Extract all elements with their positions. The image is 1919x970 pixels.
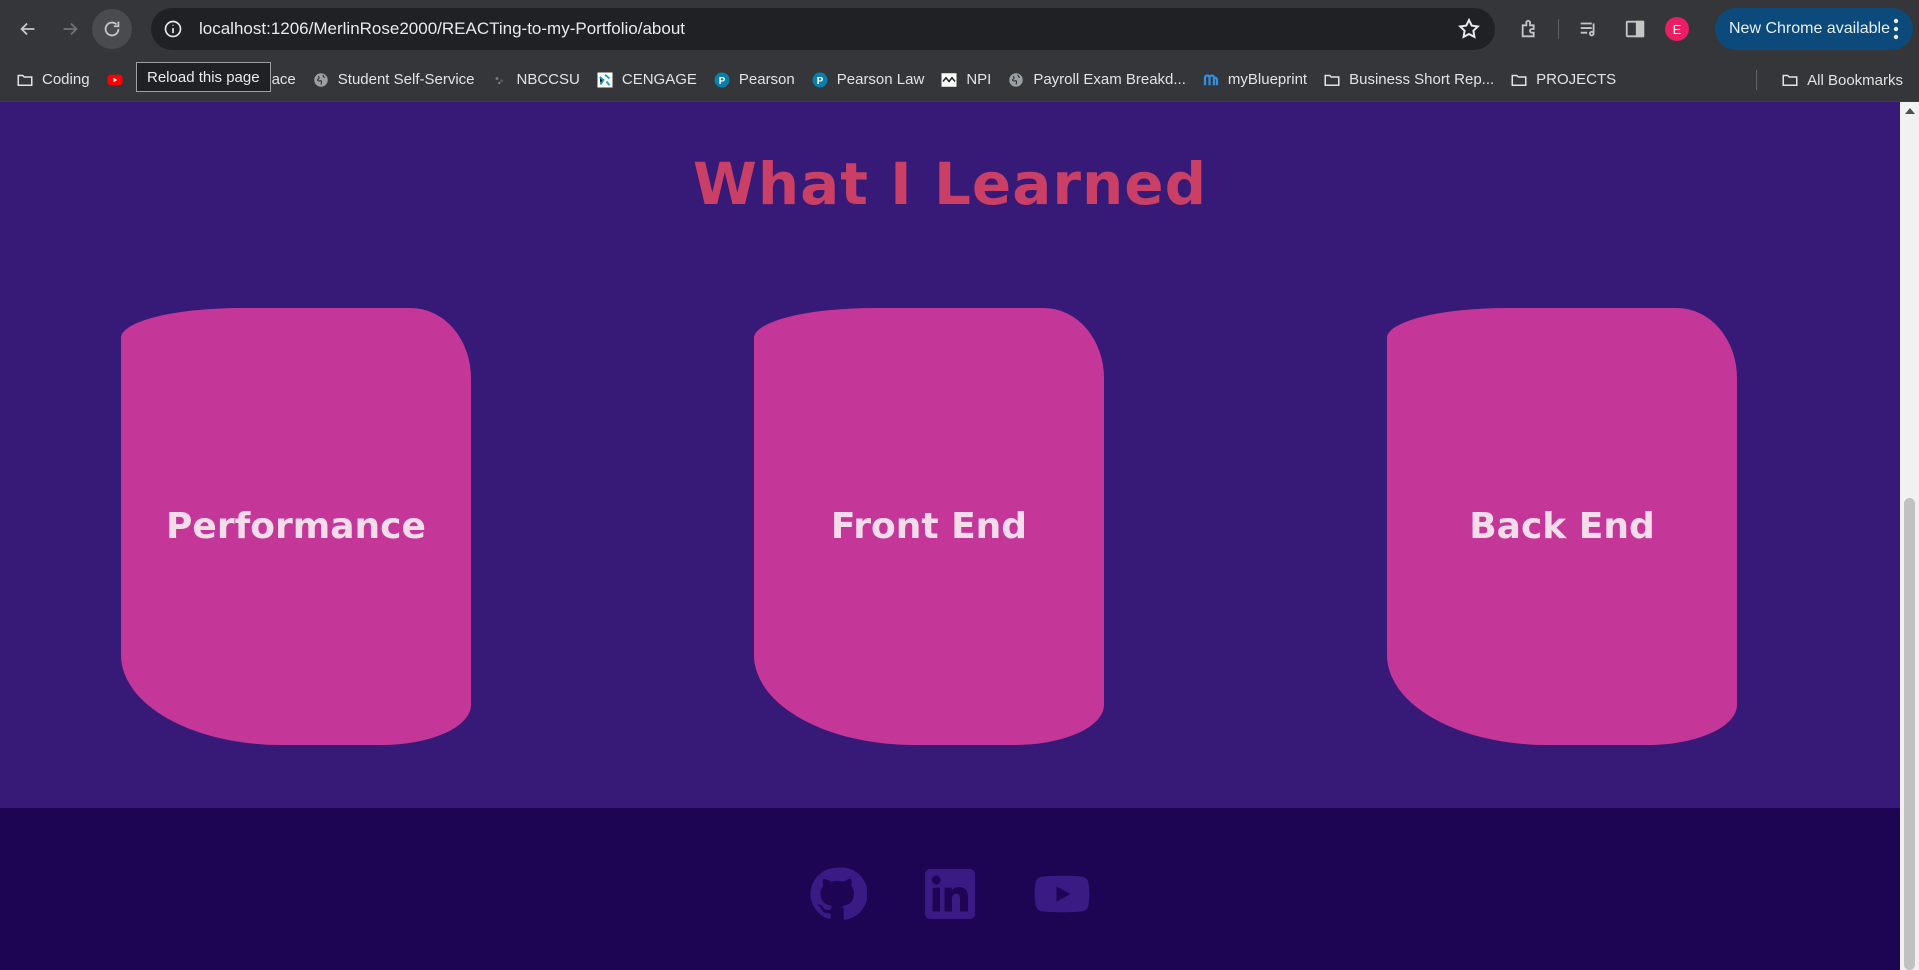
back-button[interactable] <box>8 9 48 49</box>
card-label: Front End <box>830 506 1028 547</box>
pearson-icon: P <box>713 71 731 89</box>
browser-toolbar: localhost:1206/MerlinRose2000/REACTing-t… <box>0 0 1919 58</box>
card-label: Performance <box>166 506 426 547</box>
profile-avatar[interactable]: E <box>1665 17 1689 41</box>
extensions-button[interactable] <box>1510 9 1550 49</box>
queue-music-icon <box>1580 22 1595 37</box>
bookmark-youtube[interactable] <box>98 65 136 95</box>
folder-icon <box>1323 71 1341 89</box>
reload-tooltip: Reload this page <box>136 62 271 92</box>
scrollbar-thumb[interactable] <box>1904 498 1915 970</box>
skill-card-performance[interactable]: Performance <box>121 308 471 745</box>
page-content: What I Learned Performance Front End Bac… <box>0 102 1900 970</box>
card-label: Back End <box>1469 506 1655 547</box>
bookmark-nbccsu[interactable]: NBCCSU <box>483 65 588 95</box>
side-panel-button[interactable] <box>1615 9 1655 49</box>
cengage-icon <box>596 71 614 89</box>
folder-icon <box>1781 71 1799 89</box>
all-bookmarks-button[interactable]: All Bookmarks <box>1773 65 1911 95</box>
github-icon[interactable] <box>807 864 868 924</box>
npi-icon <box>940 71 958 89</box>
update-label: New Chrome available <box>1729 20 1890 37</box>
forward-button[interactable] <box>50 9 90 49</box>
nbccsu-icon <box>491 71 509 89</box>
globe-icon <box>312 71 330 89</box>
bookmarks-bar: Coding ightspace Student Self-Service NB… <box>0 58 1919 102</box>
bookmark-npi[interactable]: NPI <box>932 65 999 95</box>
page-title: What I Learned <box>692 150 1208 218</box>
bookmark-projects[interactable]: PROJECTS <box>1502 65 1624 95</box>
bookmarks-divider <box>1756 70 1757 90</box>
linkedin-icon[interactable] <box>920 864 980 924</box>
bookmark-pearson-law[interactable]: P Pearson Law <box>803 65 933 95</box>
more-vert-icon <box>1893 18 1899 40</box>
address-bar[interactable]: localhost:1206/MerlinRose2000/REACTing-t… <box>151 8 1495 50</box>
page-scrollbar[interactable] <box>1900 102 1919 970</box>
reload-icon <box>104 21 120 37</box>
youtube-icon <box>106 71 124 89</box>
arrow-right-icon <box>63 22 78 36</box>
folder-icon <box>16 71 34 89</box>
bookmark-star-icon[interactable] <box>1457 17 1481 41</box>
bookmark-myblueprint[interactable]: myBlueprint <box>1194 65 1315 95</box>
bookmark-coding[interactable]: Coding <box>8 65 98 95</box>
url-text[interactable]: localhost:1206/MerlinRose2000/REACTing-t… <box>199 19 685 39</box>
side-panel-icon <box>1625 20 1645 38</box>
site-info-icon[interactable] <box>161 17 185 41</box>
youtube-icon[interactable] <box>1032 864 1092 924</box>
svg-text:P: P <box>719 75 726 86</box>
bookmark-student-self-service[interactable]: Student Self-Service <box>304 65 483 95</box>
globe-icon <box>1007 71 1025 89</box>
skill-card-back-end[interactable]: Back End <box>1387 308 1737 745</box>
scroll-up-icon[interactable] <box>1905 108 1915 114</box>
bookmark-business-short-rep[interactable]: Business Short Rep... <box>1315 65 1502 95</box>
folder-icon <box>1510 71 1528 89</box>
pearson-icon: P <box>811 71 829 89</box>
bookmark-pearson[interactable]: P Pearson <box>705 65 803 95</box>
arrow-left-icon <box>20 22 35 36</box>
media-controls-button[interactable] <box>1569 9 1609 49</box>
reload-button[interactable] <box>92 9 132 49</box>
bookmark-payroll-exam[interactable]: Payroll Exam Breakd... <box>999 65 1194 95</box>
toolbar-divider <box>1558 19 1559 39</box>
bookmark-cengage[interactable]: CENGAGE <box>588 65 705 95</box>
svg-text:P: P <box>816 75 823 86</box>
puzzle-icon <box>1521 19 1535 38</box>
chrome-update-button[interactable]: New Chrome available <box>1715 8 1913 50</box>
myblueprint-icon <box>1202 71 1220 89</box>
skill-card-front-end[interactable]: Front End <box>754 308 1104 745</box>
